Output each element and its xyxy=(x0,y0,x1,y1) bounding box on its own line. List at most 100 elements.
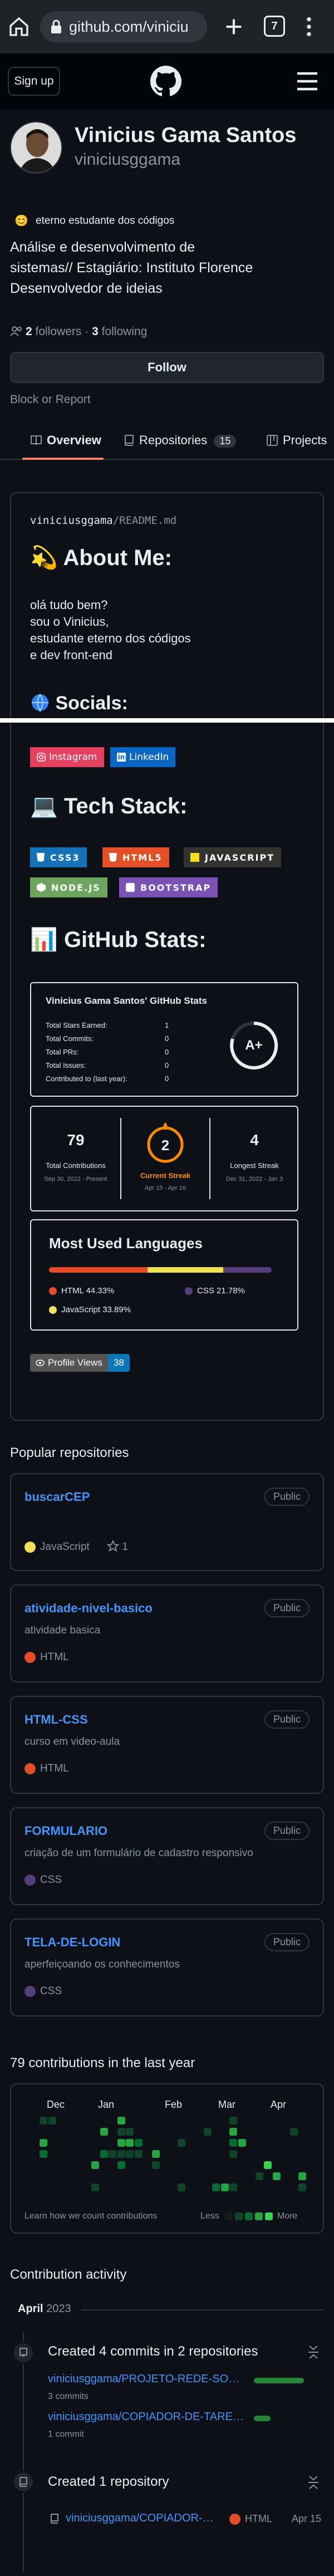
home-icon[interactable] xyxy=(8,16,30,38)
tab-repositories[interactable]: Repositories 15 xyxy=(124,433,237,448)
book-icon xyxy=(31,435,42,445)
tab-overview[interactable]: Overview xyxy=(30,433,101,448)
repo-name-link[interactable]: HTML-CSS xyxy=(24,1713,88,1727)
browser-toolbar: github.com/viniciu 7 xyxy=(0,0,334,53)
calendar-day-cell xyxy=(255,2172,263,2180)
stat-row: Total Stars Earned: 1 xyxy=(46,1019,190,1032)
created-repo-link[interactable]: viniciusggama/COPIADOR-… xyxy=(66,2512,214,2525)
language-bar-segment xyxy=(148,1267,223,1273)
readme-path-user[interactable]: viniciusggama xyxy=(30,514,113,527)
collapse-icon[interactable] xyxy=(307,2475,320,2490)
calendar-day-cell xyxy=(126,2128,134,2136)
repo-stars[interactable]: 1 xyxy=(122,1541,128,1553)
calendar-day-cell xyxy=(298,2184,306,2191)
globe-icon xyxy=(32,694,48,713)
created-repo-meta: HTML xyxy=(229,2513,272,2525)
stat-label: Total Issues: xyxy=(46,1061,86,1069)
calendar-day-cell xyxy=(117,2117,125,2124)
url-bar[interactable]: github.com/viniciu xyxy=(40,11,207,42)
repositories-count: 15 xyxy=(214,435,237,448)
profile-views-badge: Profile Views 38 xyxy=(30,1354,130,1372)
followers-count[interactable]: 2 xyxy=(26,325,32,338)
stats-rows: Total Stars Earned: 1 Total Commits: 0 Tot… xyxy=(46,1019,190,1086)
repo-visibility-badge: Public xyxy=(264,1710,310,1729)
streak-total-label: Total Contributions xyxy=(46,1161,106,1170)
screenshot-seam xyxy=(0,718,334,723)
calendar-day-cell xyxy=(238,2139,246,2147)
stat-label: Total Commits: xyxy=(46,1034,94,1043)
language-entry: HTML 44.33% xyxy=(49,1286,114,1296)
collapse-icon[interactable] xyxy=(307,2345,320,2359)
language-dot xyxy=(24,1763,36,1774)
stat-value: 0 xyxy=(165,1034,169,1043)
tab-count-button[interactable]: 7 xyxy=(264,16,285,37)
new-tab-icon[interactable] xyxy=(223,16,245,38)
block-report-link[interactable]: Block or Report xyxy=(10,393,91,406)
lock-icon xyxy=(51,19,61,33)
about-line: sou o Vinicius, xyxy=(30,615,109,629)
tab-projects-label: Projects xyxy=(283,433,327,447)
follow-button[interactable]: Follow xyxy=(10,352,324,383)
hamburger-menu-icon[interactable] xyxy=(296,71,318,91)
following-label[interactable]: following xyxy=(102,325,148,338)
calendar-day-cell xyxy=(203,2128,212,2136)
repo-description: aperfeiçoando os conhecimentos xyxy=(24,1959,180,1970)
commit-repo-link[interactable]: viniciusggama/COPIADOR-DE-TARE… xyxy=(48,2411,244,2423)
instagram-badge[interactable]: Instagram xyxy=(30,747,104,767)
calendar-month-label: Mar xyxy=(218,2099,235,2110)
calendar-day-cell xyxy=(178,2139,185,2147)
streak-current-range: Apr 15 - Apr 16 xyxy=(145,1185,186,1191)
repo-card: TELA-DE-LOGIN Public aperfeiçoando os co… xyxy=(10,1918,324,2016)
signup-button[interactable]: Sign up xyxy=(8,67,60,96)
instagram-label: Instagram xyxy=(49,752,97,763)
calendar-day-cell xyxy=(229,2184,237,2191)
language-dot xyxy=(24,1874,36,1886)
readme-path-file: README.md xyxy=(119,514,177,527)
repo-name-link[interactable]: TELA-DE-LOGIN xyxy=(24,1935,120,1950)
streak-current-value: 2 xyxy=(161,1137,170,1154)
language-name: JavaScript xyxy=(61,1305,101,1314)
activity-divider xyxy=(81,2309,324,2310)
more-vertical-icon[interactable] xyxy=(301,16,317,38)
language-dot xyxy=(24,1985,36,1997)
learn-contributions-link[interactable]: Learn how we count contributions xyxy=(24,2211,157,2221)
language-dot xyxy=(185,1287,193,1296)
commit-repo-link[interactable]: viniciusggama/PROJETO-REDE-SO… xyxy=(48,2373,239,2386)
legend-cell xyxy=(245,2212,253,2220)
css3-icon xyxy=(37,853,45,862)
activity-heading: Contribution activity xyxy=(10,2267,127,2282)
calendar-day-cell xyxy=(40,2150,47,2158)
created-event-title: Created 1 repository xyxy=(48,2474,169,2489)
language-dot xyxy=(24,1651,36,1663)
language-bar-segment xyxy=(49,1267,148,1273)
stats-heading-text: GitHub Stats: xyxy=(63,928,207,952)
streak-longest-range: Dec 31, 2022 - Jan 3 xyxy=(225,1176,283,1182)
star-icon[interactable] xyxy=(106,1539,120,1552)
tech-emoji: 💻 xyxy=(30,794,58,818)
repo-meta: JavaScript 1 xyxy=(24,1539,128,1553)
calendar-day-cell xyxy=(117,2139,125,2147)
tab-count: 7 xyxy=(271,19,278,32)
bootstrap-badge: BOOTSTRAP xyxy=(119,877,218,897)
repo-name-link[interactable]: FORMULARIO xyxy=(24,1824,107,1838)
following-count[interactable]: 3 xyxy=(92,325,99,338)
calendar-day-cell xyxy=(229,2139,237,2147)
tab-projects[interactable]: Projects xyxy=(266,433,327,448)
calendar-day-cell xyxy=(100,2128,108,2136)
stat-row: Total Issues: 0 xyxy=(46,1059,190,1072)
legend-cell xyxy=(255,2212,263,2220)
stat-value: 1 xyxy=(165,1021,169,1029)
followers-label[interactable]: followers xyxy=(36,325,82,338)
commit-bar xyxy=(254,2416,271,2421)
repo-language: CSS xyxy=(40,1985,62,1997)
stats-grade: A+ xyxy=(245,1038,263,1053)
socials-heading-text: Socials: xyxy=(55,693,128,714)
repo-meta: HTML xyxy=(24,1651,69,1664)
linkedin-badge[interactable]: in LinkedIn xyxy=(110,747,176,767)
dot-separator: · xyxy=(85,325,89,338)
repo-name-link[interactable]: buscarCEP xyxy=(24,1490,90,1504)
repo-icon xyxy=(124,435,134,446)
github-logo-icon[interactable] xyxy=(150,66,181,97)
repo-language: HTML xyxy=(40,1651,69,1663)
repo-name-link[interactable]: atividade-nivel-basico xyxy=(24,1601,153,1616)
